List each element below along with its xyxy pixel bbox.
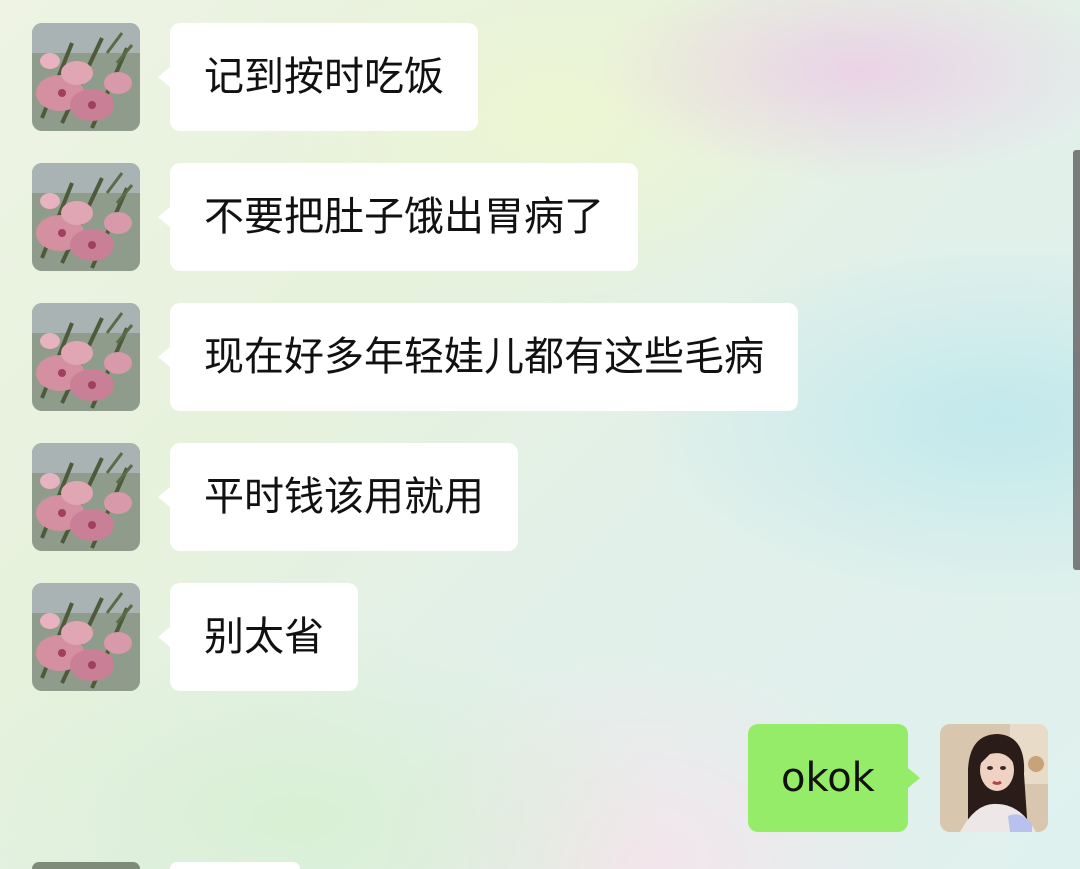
incoming-message-bubble[interactable]: 别太省 — [158, 583, 358, 691]
peach-blossom-icon — [32, 443, 140, 551]
contact-avatar[interactable] — [32, 862, 140, 869]
message-row: 不要把肚子饿出胃病了 — [0, 163, 1080, 273]
contact-avatar[interactable] — [32, 583, 140, 691]
contact-avatar[interactable] — [32, 23, 140, 131]
peach-blossom-icon — [32, 303, 140, 411]
message-row: okok — [0, 724, 1080, 834]
incoming-message-bubble[interactable]: 平时钱该用就用 — [158, 443, 518, 551]
user-avatar[interactable] — [940, 724, 1048, 832]
peach-blossom-icon — [32, 163, 140, 271]
message-row: 别太省 — [0, 583, 1080, 693]
peach-blossom-icon — [32, 583, 140, 691]
outgoing-message-bubble[interactable]: okok — [748, 724, 920, 832]
message-row: 平时钱该用就用 — [0, 443, 1080, 553]
incoming-message-bubble[interactable]: 现在好多年轻娃儿都有这些毛病 — [158, 303, 798, 411]
incoming-message-bubble[interactable]: 记到按时吃饭 — [158, 23, 478, 131]
contact-avatar[interactable] — [32, 303, 140, 411]
contact-avatar[interactable] — [32, 163, 140, 271]
contact-avatar[interactable] — [32, 443, 140, 551]
incoming-message-bubble[interactable]: 不要把肚子饿出胃病了 — [158, 163, 638, 271]
incoming-message-bubble[interactable] — [170, 862, 300, 869]
message-row: 现在好多年轻娃儿都有这些毛病 — [0, 303, 1080, 413]
message-row: 记到按时吃饭 — [0, 23, 1080, 133]
message-row-partial — [0, 862, 1080, 869]
peach-blossom-icon — [32, 23, 140, 131]
woman-portrait-icon — [940, 724, 1048, 832]
